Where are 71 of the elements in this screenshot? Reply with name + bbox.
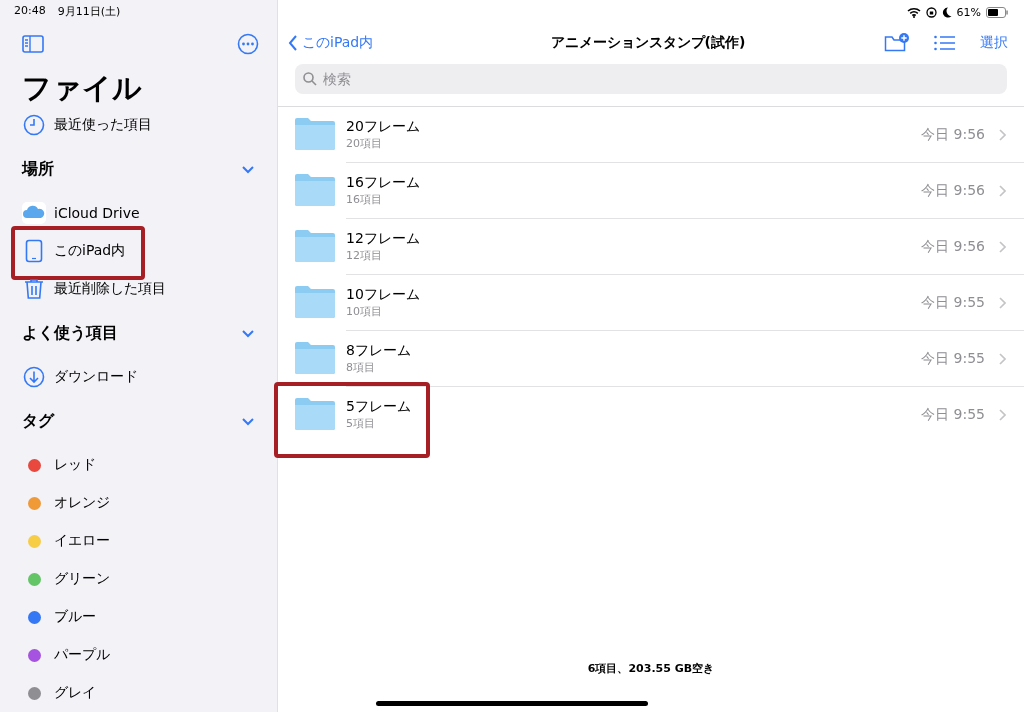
download-icon [23, 366, 45, 388]
folder-name: 10フレーム [346, 286, 421, 304]
folder-name: 8フレーム [346, 342, 412, 360]
sidebar-item[interactable]: グリーン [54, 570, 110, 588]
folder-name: 16フレーム [346, 174, 421, 192]
moon-icon [941, 7, 952, 18]
chevron-right-icon [999, 240, 1006, 253]
battery-percent: 61% [956, 6, 981, 19]
back-button[interactable]: このiPad内 [288, 34, 374, 52]
modified-date: 今日 9:55 [921, 293, 985, 312]
sidebar-item[interactable]: オレンジ [54, 494, 110, 512]
chevron-down-icon[interactable] [241, 416, 255, 426]
status-time: 20:48 [14, 4, 46, 19]
folder-icon [294, 341, 336, 375]
sidebar-title: ファイル [22, 70, 143, 106]
sidebar-item[interactable]: イエロー [54, 532, 110, 550]
section-header: よく使う項目 [22, 322, 118, 344]
sidebar-toggle-icon[interactable] [22, 35, 44, 53]
sidebar-item[interactable]: パープル [54, 646, 110, 664]
sidebar-item[interactable]: ブルー [54, 608, 96, 626]
chevron-right-icon [999, 128, 1006, 141]
chevron-down-icon[interactable] [241, 328, 255, 338]
item-count: 10項目 [346, 304, 383, 319]
modified-date: 今日 9:56 [921, 125, 985, 144]
sidebar-item[interactable]: グレイ [54, 684, 96, 702]
clock-icon [23, 114, 45, 136]
folder-name: 12フレーム [346, 230, 421, 248]
chevron-right-icon [999, 352, 1006, 365]
modified-date: 今日 9:56 [921, 181, 985, 200]
sidebar-item[interactable]: ダウンロード [54, 368, 138, 386]
folder-icon [294, 173, 336, 207]
new-folder-icon[interactable] [884, 33, 910, 53]
status-date: 9月11日(土) [57, 4, 121, 20]
sidebar-item[interactable]: 最近使った項目 [54, 116, 152, 134]
item-count: 8項目 [346, 360, 376, 375]
sidebar-item[interactable]: このiPad内 [54, 242, 126, 260]
chevron-right-icon [999, 296, 1006, 309]
folder-name: 5フレーム [346, 398, 412, 416]
folder-icon [294, 229, 336, 263]
chevron-down-icon[interactable] [241, 164, 255, 174]
section-header: タグ [22, 410, 54, 432]
more-icon[interactable] [237, 33, 259, 55]
chevron-left-icon [288, 35, 298, 51]
section-header: 場所 [22, 158, 54, 180]
rotation-lock-icon [925, 7, 937, 18]
folder-icon [294, 397, 336, 431]
search-field[interactable]: 検索 [295, 64, 1007, 94]
folder-title: アニメーションスタンプ(試作) [550, 34, 746, 52]
item-count: 5項目 [346, 416, 376, 431]
trash-icon [24, 278, 44, 300]
chevron-right-icon [999, 184, 1006, 197]
folder-icon [294, 117, 336, 151]
battery-icon [986, 7, 1008, 18]
sidebar-item[interactable]: iCloud Drive [54, 205, 140, 221]
sidebar-item[interactable]: 最近削除した項目 [54, 280, 166, 298]
wifi-icon [906, 7, 921, 18]
item-count: 12項目 [346, 248, 383, 263]
item-count: 16項目 [346, 192, 383, 207]
modified-date: 今日 9:56 [921, 237, 985, 256]
select-button[interactable]: 選択 [980, 34, 1008, 52]
item-count: 20項目 [346, 136, 383, 151]
modified-date: 今日 9:55 [921, 349, 985, 368]
storage-summary: 6項目、203.55 GB空き [587, 661, 715, 676]
sidebar-item[interactable]: レッド [54, 456, 96, 474]
folder-name: 20フレーム [346, 118, 421, 136]
tablet-icon [25, 239, 43, 263]
chevron-right-icon [999, 408, 1006, 421]
modified-date: 今日 9:55 [921, 405, 985, 424]
cloud-icon [22, 202, 46, 224]
list-view-icon[interactable] [934, 35, 956, 51]
folder-icon [294, 285, 336, 319]
